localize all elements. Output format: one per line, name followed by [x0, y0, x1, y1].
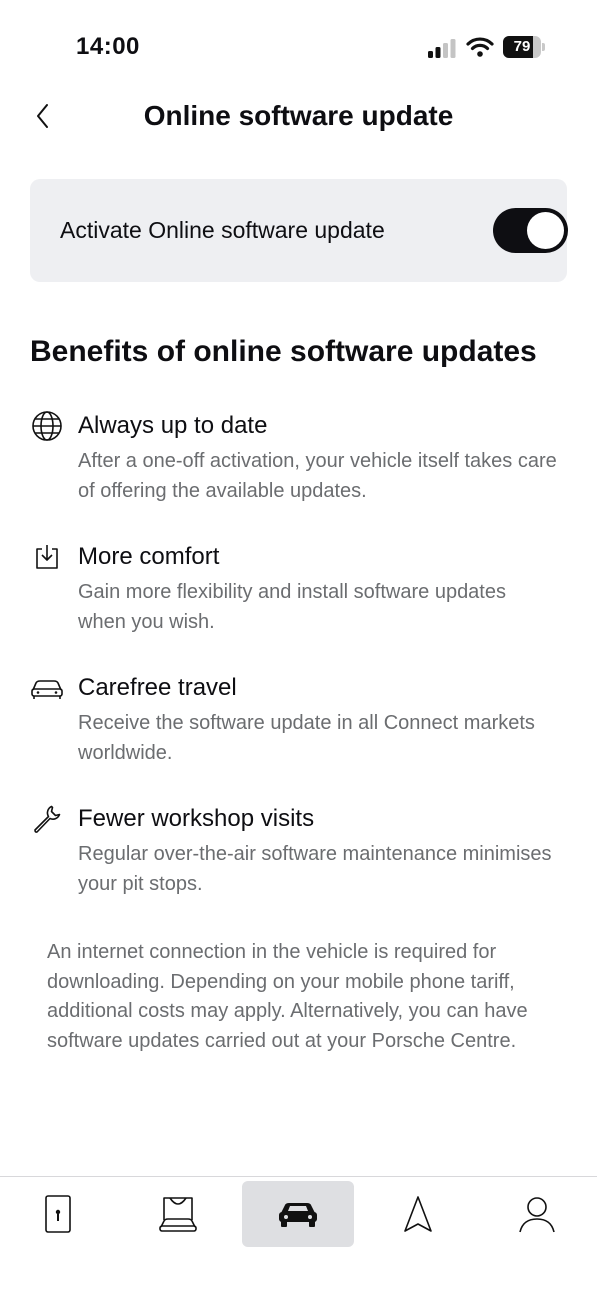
globe-icon — [32, 411, 62, 441]
profile-icon — [519, 1197, 555, 1233]
benefit-title: Always up to date — [78, 412, 268, 439]
status-time: 14:00 — [76, 33, 140, 60]
tab-phone-key[interactable] — [2, 1181, 114, 1247]
wifi-icon — [466, 37, 494, 57]
benefit-description: Gain more flexibility and install softwa… — [78, 581, 506, 633]
battery-icon: 79 — [503, 36, 545, 58]
navigation-icon — [404, 1196, 432, 1232]
tab-vehicle[interactable] — [242, 1181, 354, 1247]
wrench-icon — [34, 805, 61, 833]
benefit-description: After a one-off activation, your vehicle… — [78, 450, 557, 502]
cellular-signal-icon — [428, 39, 456, 58]
benefit-description: Receive the software update in all Conne… — [78, 712, 535, 764]
benefit-title: More comfort — [78, 543, 220, 570]
car-icon — [31, 680, 63, 699]
tab-car-shop[interactable] — [122, 1181, 234, 1247]
footnote-text: An internet connection in the vehicle is… — [47, 941, 528, 1052]
bottom-tab-bar — [0, 1176, 597, 1300]
activate-update-card: Activate Online software update — [30, 179, 568, 282]
tab-profile[interactable] — [481, 1181, 593, 1247]
page-title: Online software update — [143, 100, 454, 131]
toggle-knob — [527, 212, 564, 249]
benefit-description: Regular over-the-air software maintenanc… — [78, 843, 552, 895]
benefits-heading: Benefits of online software updates — [30, 335, 537, 368]
battery-level: 79 — [513, 38, 531, 55]
nav-header: Online software update — [0, 90, 597, 142]
activate-update-toggle[interactable] — [493, 208, 568, 253]
download-icon — [36, 545, 58, 569]
benefit-title: Carefree travel — [78, 674, 237, 701]
activate-update-label: Activate Online software update — [60, 217, 385, 243]
car-shop-icon — [159, 1197, 197, 1232]
car-icon — [279, 1203, 317, 1227]
phone-key-icon — [45, 1195, 71, 1233]
status-bar: 14:00 79 — [0, 0, 597, 90]
benefit-title: Fewer workshop visits — [78, 805, 315, 832]
tab-navigation[interactable] — [362, 1181, 474, 1247]
